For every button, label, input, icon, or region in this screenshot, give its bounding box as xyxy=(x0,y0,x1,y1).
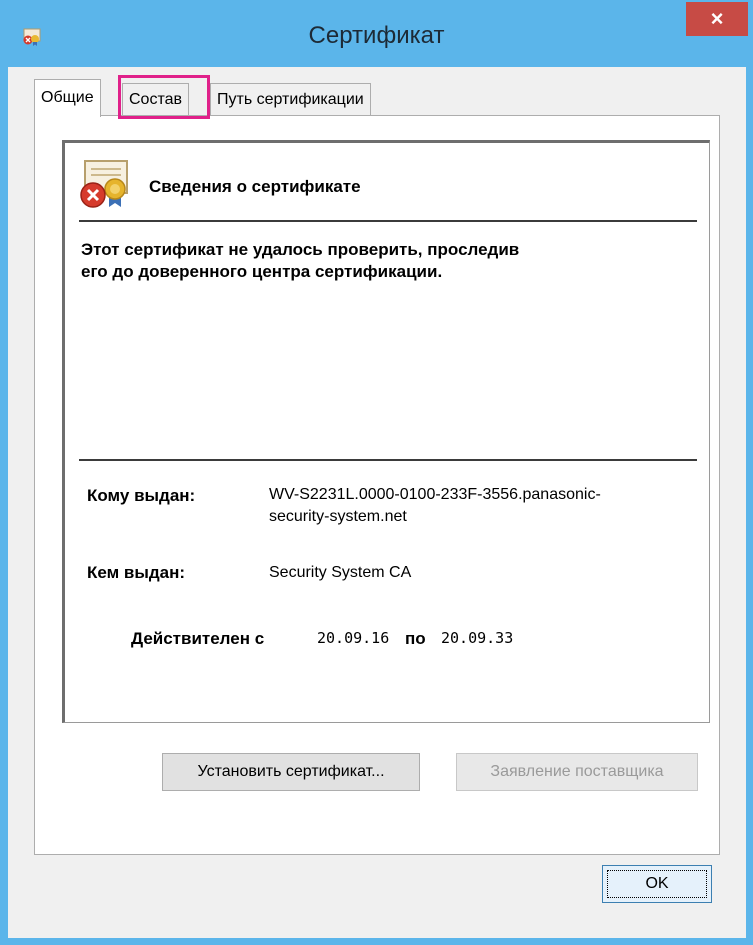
issued-to-line-2: security-system.net xyxy=(269,508,407,525)
tab-general[interactable]: Общие xyxy=(34,79,101,117)
warning-line-2: его до доверенного центра сертификации. xyxy=(81,262,443,281)
issued-to-value: WV-S2231L.0000-0100-233F-3556.panasonic-… xyxy=(269,484,601,528)
install-certificate-button[interactable]: Установить сертификат... xyxy=(162,753,420,791)
issued-to-line-1: WV-S2231L.0000-0100-233F-3556.panasonic- xyxy=(269,486,601,503)
issued-to-label: Кому выдан: xyxy=(87,486,196,505)
header-divider xyxy=(79,220,697,222)
close-button[interactable]: × xyxy=(686,2,748,36)
title-bar[interactable]: Сертификат × xyxy=(0,0,753,70)
tab-details-highlight xyxy=(118,75,210,119)
certificate-dialog: Сертификат × Общие Состав Путь сертифика… xyxy=(0,0,753,945)
issued-by-value: Security System CA xyxy=(269,564,412,581)
certificate-info-box: Сведения о сертификате Этот сертификат н… xyxy=(62,140,710,723)
issued-by-label: Кем выдан: xyxy=(87,563,186,582)
verification-warning: Этот сертификат не удалось проверить, пр… xyxy=(81,239,681,283)
details-divider xyxy=(79,459,697,461)
valid-from-label: Действителен с xyxy=(131,629,265,648)
valid-to-label: по xyxy=(405,629,426,648)
dialog-client-area: Общие Состав Путь сертификации Сведения … xyxy=(8,67,746,938)
warning-line-1: Этот сертификат не удалось проверить, пр… xyxy=(81,240,520,259)
window-title: Сертификат xyxy=(308,22,445,49)
certificate-info-header: Сведения о сертификате xyxy=(149,177,361,196)
issuer-statement-button[interactable]: Заявление поставщика xyxy=(456,753,698,791)
valid-from-value: 20.09.16 xyxy=(317,629,390,647)
certificate-error-icon xyxy=(80,160,128,208)
ok-button[interactable]: OK xyxy=(602,865,712,903)
tab-certification-path[interactable]: Путь сертификации xyxy=(210,83,371,117)
valid-to-value: 20.09.33 xyxy=(441,629,514,647)
